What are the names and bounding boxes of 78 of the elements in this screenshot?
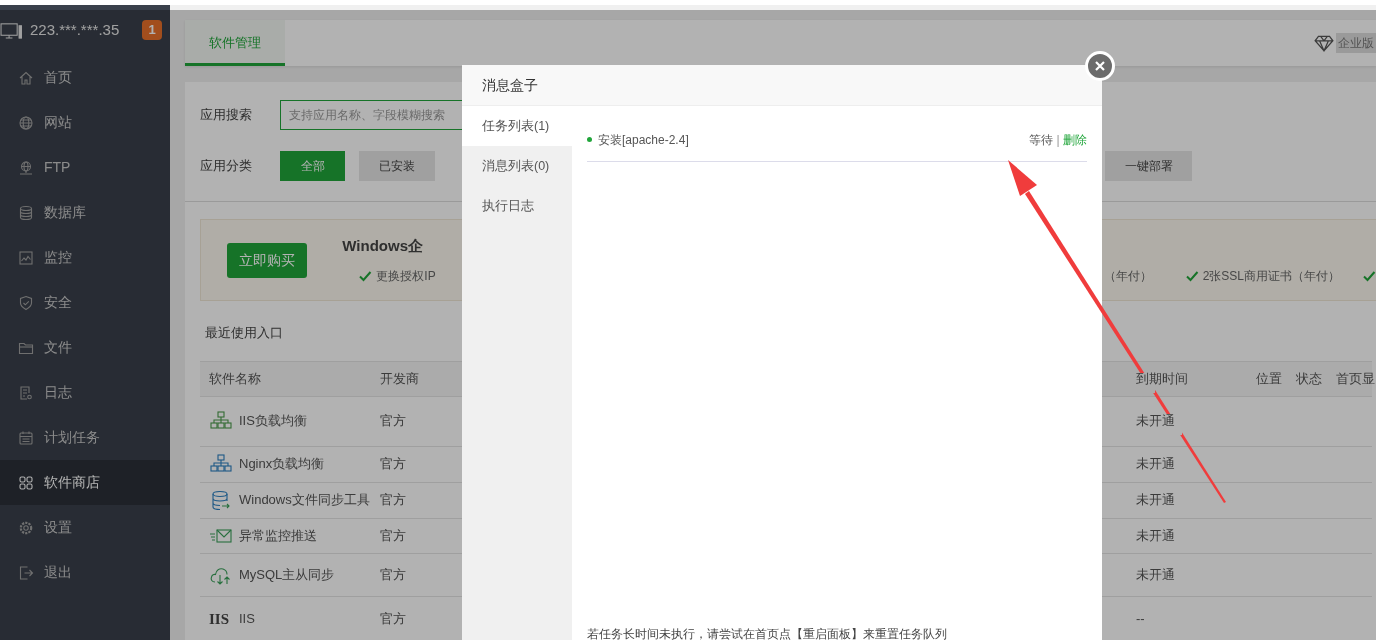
dialog-title: 消息盒子 (462, 65, 1102, 106)
settings-icon (18, 519, 34, 536)
check-icon (358, 269, 373, 284)
sidebar-item[interactable]: 日志 (0, 370, 170, 415)
software-name: MySQL主从同步 (239, 565, 335, 584)
expiry-cell: 未开通 (1136, 492, 1175, 508)
exit-icon (18, 564, 34, 581)
category-button[interactable]: 全部 (280, 151, 345, 181)
chart-icon (18, 249, 34, 266)
sidebar-item[interactable]: 数据库 (0, 190, 170, 235)
sidebar-item[interactable]: 计划任务 (0, 415, 170, 460)
software-name: IIS负载均衡 (239, 412, 307, 431)
task-name: 安装[apache-2.4] (598, 131, 689, 149)
feature-text: 2张SSL商用证书（年付） (1202, 268, 1340, 286)
software-name: Nginx负载均衡 (239, 455, 325, 474)
sidebar-item[interactable]: 首页 (0, 55, 170, 100)
developer-cell: 官方 (380, 492, 406, 508)
edition-label: 企业版 (1336, 33, 1376, 53)
column-header: 位置 (1256, 370, 1282, 386)
expiry-cell: 未开通 (1136, 566, 1175, 582)
software-name: IIS (239, 610, 255, 628)
developer-cell: 官方 (380, 527, 406, 543)
sidebar-item[interactable]: FTP (0, 145, 170, 190)
computer-icon (0, 20, 22, 40)
column-header: 首页显 (1336, 370, 1375, 386)
column-header: 开发商 (380, 370, 419, 386)
software-name: 异常监控推送 (239, 526, 317, 545)
dialog-tab[interactable]: 执行日志 (462, 186, 572, 226)
feature-text: （年付） (1103, 268, 1152, 286)
section-title: 最近使用入口 (205, 324, 284, 342)
category-button[interactable]: 一键部署 (1105, 151, 1192, 181)
developer-cell: 官方 (380, 566, 406, 582)
document-icon (18, 384, 34, 401)
server-address: 223.***.***.35 (30, 19, 121, 40)
sidebar-item[interactable]: 设置 (0, 505, 170, 550)
developer-cell: 官方 (380, 413, 406, 429)
expiry-cell: 未开通 (1136, 527, 1175, 543)
dialog-tab[interactable]: 任务列表(1) (462, 106, 572, 146)
expiry-cell: 未开通 (1136, 456, 1175, 472)
column-header: 到期时间 (1136, 370, 1188, 386)
category-button[interactable]: 已安装 (359, 151, 435, 181)
house-icon (18, 69, 34, 86)
delete-link[interactable]: 删除 (1063, 132, 1087, 147)
sidebar-item[interactable]: 退出 (0, 550, 170, 595)
software-name: Windows文件同步工具 (239, 491, 370, 510)
column-header: 状态 (1296, 370, 1322, 386)
buy-button[interactable]: 立即购买 (227, 242, 308, 278)
grid-icon (18, 474, 34, 491)
globe-icon (18, 159, 34, 176)
tab[interactable]: 软件管理 (185, 20, 285, 66)
expiry-cell: 未开通 (1136, 413, 1175, 429)
promo-title: Windows企 (342, 235, 424, 256)
diamond-icon (1314, 34, 1334, 52)
sidebar-item[interactable]: 监控 (0, 235, 170, 280)
feature-text: 更换授权IP (376, 268, 436, 286)
globe-icon (18, 114, 34, 131)
notification-badge[interactable]: 1 (142, 20, 162, 40)
task-status: 等待 (1029, 132, 1054, 147)
status-dot (587, 137, 592, 142)
shield-icon (18, 294, 34, 311)
column-header: 软件名称 (209, 370, 261, 386)
developer-cell: 官方 (380, 456, 406, 472)
logo-text: IIS (209, 609, 231, 629)
database-icon (18, 204, 34, 221)
dialog-tab[interactable]: 消息列表(0) (462, 146, 572, 186)
check-icon (1362, 269, 1376, 284)
category-label: 应用分类 (200, 157, 253, 176)
hint-text: 若任务长时间未执行，请尝试在首页点【重启面板】来重置任务队列 (587, 626, 948, 640)
sidebar-item[interactable]: 网站 (0, 100, 170, 145)
search-label: 应用搜索 (200, 106, 253, 125)
calendar-icon (18, 429, 34, 446)
developer-cell: 官方 (380, 611, 406, 626)
sidebar-item[interactable]: 软件商店 (0, 460, 170, 505)
separator: | (1056, 132, 1060, 147)
check-icon (1184, 269, 1199, 284)
sidebar-item[interactable]: 安全 (0, 280, 170, 325)
expiry-cell: -- (1136, 611, 1145, 626)
sidebar-item[interactable]: 文件 (0, 325, 170, 370)
